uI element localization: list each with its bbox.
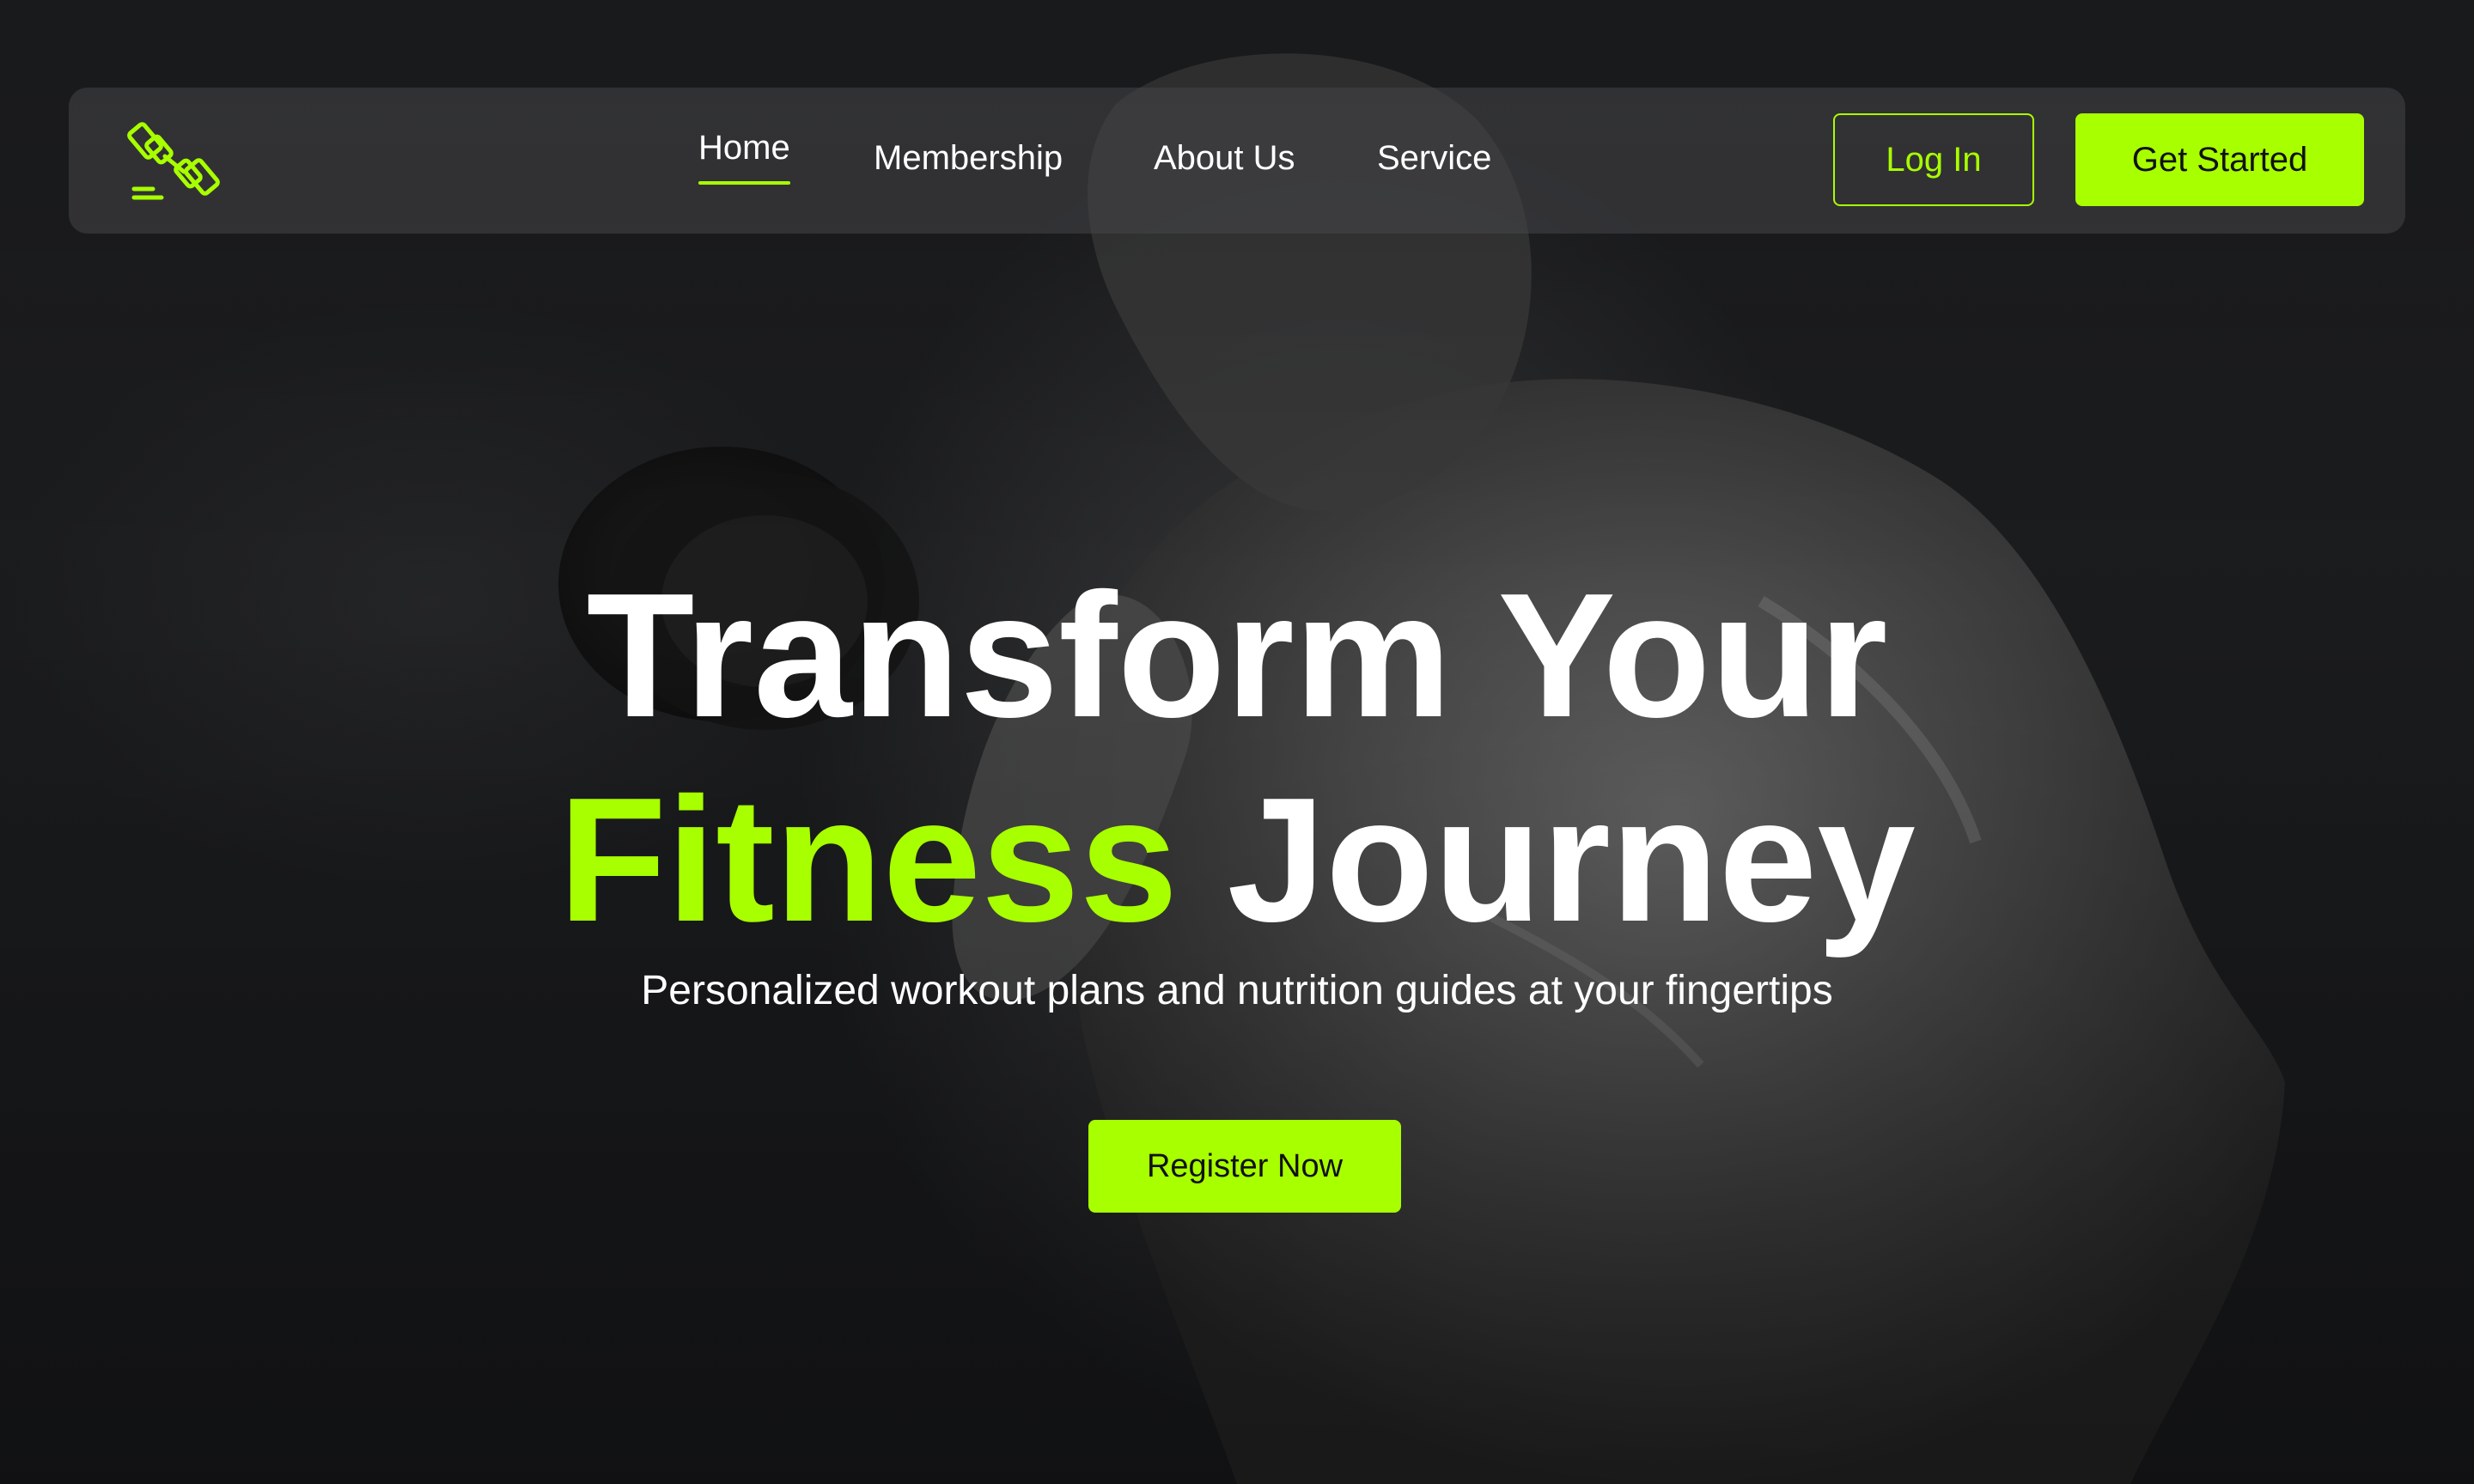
get-started-button[interactable]: Get Started [2075, 113, 2364, 206]
hero-subtitle: Personalized workout plans and nutrition… [641, 968, 1833, 1013]
nav-link-service[interactable]: Service [1377, 139, 1491, 178]
nav-link-about-us[interactable]: About Us [1154, 139, 1295, 178]
nav-link-home[interactable]: Home [698, 129, 790, 185]
top-navbar: Home Membership About Us Service Log In … [69, 88, 2405, 234]
register-now-button[interactable]: Register Now [1088, 1120, 1401, 1213]
hero-title-accent: Fitness [558, 761, 1179, 958]
hero-title-line-1: Transform Your [586, 556, 1888, 754]
dumbbell-icon[interactable] [127, 113, 222, 208]
login-button[interactable]: Log In [1833, 113, 2034, 206]
nav-link-membership[interactable]: Membership [874, 139, 1063, 178]
hero-title-rest: Journey [1227, 761, 1916, 958]
hero-title-line-2: Fitness Journey [0, 771, 2474, 948]
